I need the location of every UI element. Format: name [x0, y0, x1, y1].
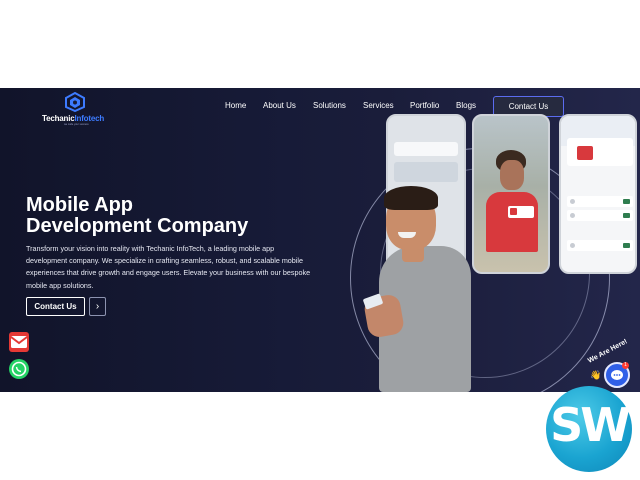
person-hair [384, 186, 438, 210]
nav-portfolio[interactable]: Portfolio [410, 101, 439, 110]
whatsapp-icon[interactable] [9, 359, 29, 379]
nav-about-us[interactable]: About Us [263, 101, 296, 110]
nav-home[interactable]: Home [225, 101, 246, 110]
chevron-right-icon: › [95, 301, 100, 312]
list-row [567, 240, 633, 251]
phone-search-bar [394, 142, 458, 156]
nav-blogs[interactable]: Blogs [456, 101, 476, 110]
phone-banner [394, 162, 458, 182]
chat-badge: 1 [622, 362, 629, 369]
brand-name-part2: Infotech [74, 114, 105, 123]
nav-solutions[interactable]: Solutions [313, 101, 346, 110]
page: TechanicInfotech we code your success Ho… [0, 0, 640, 480]
hero-title-line1: Mobile App [26, 194, 134, 216]
phone-mockup-right [559, 114, 637, 274]
brand-name-part1: Techanic [42, 114, 75, 123]
nav-services[interactable]: Services [363, 101, 394, 110]
tshirt-thumbnail [577, 146, 593, 160]
watermark-text: SW [550, 398, 631, 452]
product-swatch [510, 208, 517, 215]
list-row [567, 196, 633, 207]
list-row [567, 210, 633, 221]
model-red-shirt [486, 192, 538, 252]
brand-tagline: we code your success [64, 123, 89, 126]
hero-title-line2: Development Company [26, 215, 249, 237]
hero-contact-button[interactable]: Contact Us [26, 297, 85, 316]
hero-description: Transform your vision into reality with … [26, 244, 311, 290]
product-summary-card [567, 138, 633, 166]
hero-title: Mobile App Development Company [26, 195, 248, 237]
hero-arrow-button[interactable]: › [89, 297, 106, 316]
phone-mockup-center [472, 114, 550, 274]
wave-icon: 👋 [590, 370, 602, 380]
gmail-icon[interactable] [9, 332, 29, 352]
product-card [508, 206, 534, 218]
brand-name: TechanicInfotech [42, 114, 104, 123]
model-face [500, 160, 524, 190]
